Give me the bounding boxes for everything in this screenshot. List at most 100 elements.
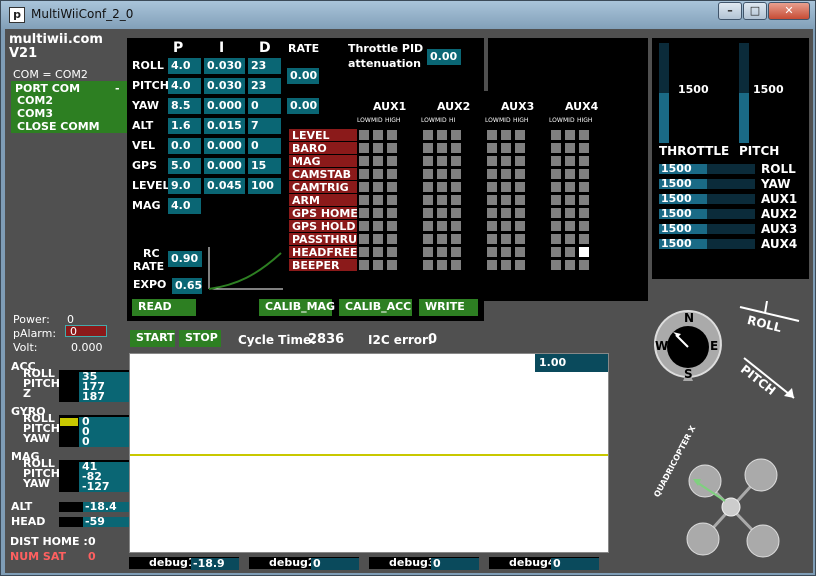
- aux-checkbox[interactable]: [437, 208, 447, 218]
- aux-checkbox[interactable]: [515, 169, 525, 179]
- aux-checkbox[interactable]: [359, 195, 369, 205]
- aux-checkbox[interactable]: [579, 221, 589, 231]
- pid-d-field[interactable]: 7: [248, 118, 281, 134]
- start-button[interactable]: START: [130, 330, 175, 347]
- write-button[interactable]: WRITE: [419, 299, 478, 316]
- expo-field[interactable]: 0.65: [172, 278, 202, 294]
- aux-checkbox[interactable]: [487, 143, 497, 153]
- aux-checkbox[interactable]: [387, 208, 397, 218]
- aux-checkbox[interactable]: [373, 234, 383, 244]
- pid-d-field[interactable]: 23: [248, 58, 281, 74]
- aux-checkbox[interactable]: [387, 156, 397, 166]
- aux-checkbox[interactable]: [551, 195, 561, 205]
- aux-checkbox[interactable]: [451, 182, 461, 192]
- aux-checkbox[interactable]: [487, 169, 497, 179]
- aux-checkbox[interactable]: [423, 169, 433, 179]
- aux-checkbox[interactable]: [515, 130, 525, 140]
- aux-checkbox[interactable]: [437, 143, 447, 153]
- rc-rate-field[interactable]: 0.90: [168, 251, 202, 267]
- port-item-com3[interactable]: COM3: [17, 107, 53, 120]
- aux-checkbox[interactable]: [451, 247, 461, 257]
- aux-checkbox[interactable]: [501, 221, 511, 231]
- aux-checkbox[interactable]: [359, 169, 369, 179]
- aux-checkbox[interactable]: [579, 247, 589, 257]
- aux-checkbox[interactable]: [451, 156, 461, 166]
- port-item-com2[interactable]: COM2: [17, 94, 53, 107]
- aux-checkbox[interactable]: [437, 260, 447, 270]
- aux-checkbox[interactable]: [437, 195, 447, 205]
- aux-checkbox[interactable]: [359, 260, 369, 270]
- aux-checkbox[interactable]: [487, 130, 497, 140]
- aux-checkbox[interactable]: [565, 156, 575, 166]
- pid-i-field[interactable]: 0.045: [204, 178, 245, 194]
- aux-checkbox[interactable]: [565, 247, 575, 257]
- aux-checkbox[interactable]: [387, 234, 397, 244]
- aux-checkbox[interactable]: [387, 143, 397, 153]
- aux-checkbox[interactable]: [451, 169, 461, 179]
- aux-checkbox[interactable]: [579, 234, 589, 244]
- aux-checkbox[interactable]: [373, 208, 383, 218]
- pid-i-field[interactable]: 0.015: [204, 118, 245, 134]
- pid-p-field[interactable]: 9.0: [168, 178, 201, 194]
- aux-checkbox[interactable]: [515, 247, 525, 257]
- port-collapse[interactable]: -: [115, 82, 120, 95]
- aux-checkbox[interactable]: [501, 247, 511, 257]
- aux-checkbox[interactable]: [359, 247, 369, 257]
- aux-checkbox[interactable]: [501, 260, 511, 270]
- aux-checkbox[interactable]: [373, 130, 383, 140]
- aux-checkbox[interactable]: [515, 234, 525, 244]
- rate-rollpitch-field[interactable]: 0.00: [287, 68, 319, 84]
- aux-checkbox[interactable]: [423, 208, 433, 218]
- port-item-close[interactable]: CLOSE COMM: [17, 120, 100, 133]
- aux-checkbox[interactable]: [487, 195, 497, 205]
- aux-checkbox[interactable]: [501, 130, 511, 140]
- pid-i-field[interactable]: 0.030: [204, 78, 245, 94]
- aux-checkbox[interactable]: [451, 260, 461, 270]
- aux-checkbox[interactable]: [387, 169, 397, 179]
- aux-checkbox[interactable]: [487, 234, 497, 244]
- aux-checkbox[interactable]: [579, 130, 589, 140]
- aux-checkbox[interactable]: [423, 221, 433, 231]
- aux-checkbox[interactable]: [359, 221, 369, 231]
- aux-checkbox[interactable]: [359, 130, 369, 140]
- aux-checkbox[interactable]: [565, 208, 575, 218]
- aux-checkbox[interactable]: [551, 247, 561, 257]
- aux-checkbox[interactable]: [487, 221, 497, 231]
- aux-checkbox[interactable]: [579, 143, 589, 153]
- aux-checkbox[interactable]: [579, 169, 589, 179]
- aux-checkbox[interactable]: [423, 247, 433, 257]
- aux-checkbox[interactable]: [423, 143, 433, 153]
- aux-checkbox[interactable]: [423, 260, 433, 270]
- aux-checkbox[interactable]: [515, 195, 525, 205]
- aux-checkbox[interactable]: [579, 260, 589, 270]
- throttle-pid-field[interactable]: 0.00: [427, 49, 461, 65]
- aux-checkbox[interactable]: [501, 182, 511, 192]
- rate-yaw-field[interactable]: 0.00: [287, 98, 319, 114]
- aux-checkbox[interactable]: [515, 221, 525, 231]
- aux-checkbox[interactable]: [373, 247, 383, 257]
- graph-scale[interactable]: 1.00: [535, 354, 608, 372]
- aux-checkbox[interactable]: [387, 247, 397, 257]
- aux-checkbox[interactable]: [423, 156, 433, 166]
- aux-checkbox[interactable]: [437, 169, 447, 179]
- pid-i-field[interactable]: 0.000: [204, 138, 245, 154]
- aux-checkbox[interactable]: [551, 182, 561, 192]
- aux-checkbox[interactable]: [487, 182, 497, 192]
- pid-i-field[interactable]: 0.000: [204, 98, 245, 114]
- aux-checkbox[interactable]: [579, 156, 589, 166]
- calib-acc-button[interactable]: CALIB_ACC: [339, 299, 412, 316]
- aux-checkbox[interactable]: [565, 143, 575, 153]
- aux-checkbox[interactable]: [359, 156, 369, 166]
- aux-checkbox[interactable]: [565, 221, 575, 231]
- aux-checkbox[interactable]: [551, 130, 561, 140]
- aux-checkbox[interactable]: [551, 221, 561, 231]
- maximize-button[interactable]: □: [743, 2, 767, 20]
- aux-checkbox[interactable]: [387, 260, 397, 270]
- aux-checkbox[interactable]: [487, 247, 497, 257]
- aux-checkbox[interactable]: [487, 208, 497, 218]
- aux-checkbox[interactable]: [451, 234, 461, 244]
- pid-i-field[interactable]: 0.000: [204, 158, 245, 174]
- aux-checkbox[interactable]: [451, 143, 461, 153]
- aux-checkbox[interactable]: [451, 195, 461, 205]
- aux-checkbox[interactable]: [359, 182, 369, 192]
